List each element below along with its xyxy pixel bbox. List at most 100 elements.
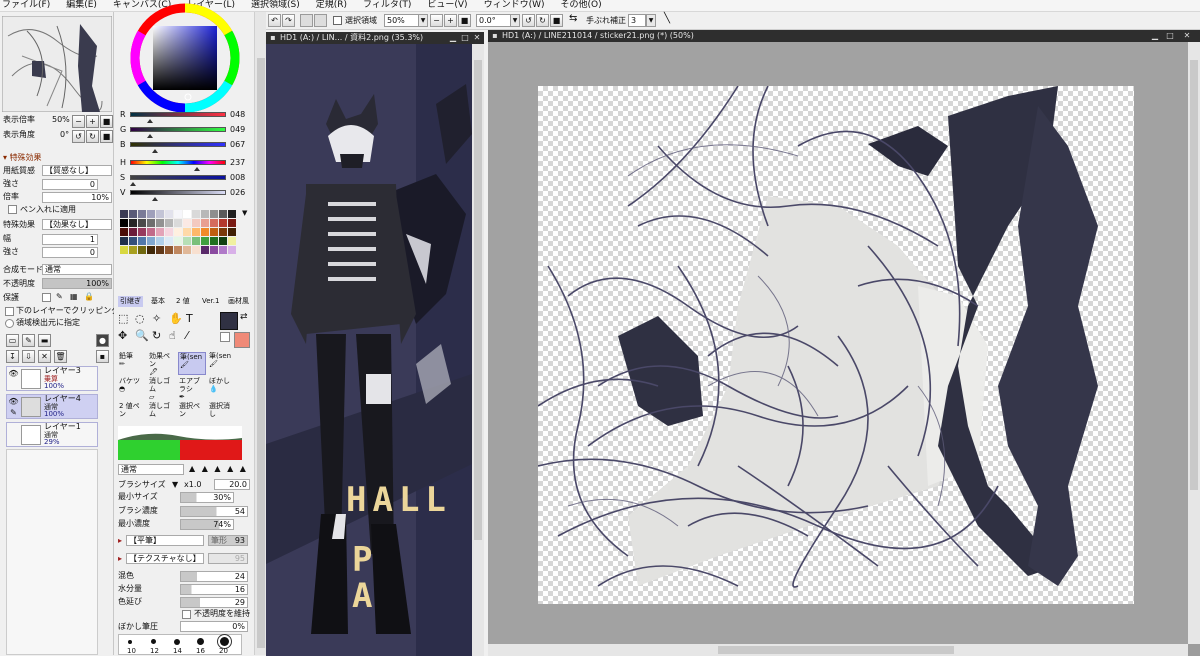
texture-strength[interactable]: 95 [208, 553, 248, 564]
palette-swatch[interactable] [174, 210, 182, 218]
water-slider[interactable]: 16 [180, 584, 248, 595]
paper-scale-field[interactable]: 10% [42, 192, 112, 203]
tool-tab[interactable]: 引継ぎ [118, 296, 143, 307]
layer-row[interactable]: レイヤー1 通常 29% [6, 422, 98, 447]
paper-select[interactable]: 【質感なし】 [42, 165, 112, 176]
tool-eraser[interactable]: 消しゴム ▱ [148, 377, 176, 401]
palette-swatch[interactable] [129, 237, 137, 245]
line-tool-icon[interactable]: ╲ [664, 13, 670, 24]
palette-swatch[interactable] [165, 228, 173, 236]
palette-swatch[interactable] [138, 228, 146, 236]
source-radio[interactable] [5, 319, 14, 328]
palette-swatch[interactable] [210, 228, 218, 236]
zoom-icon[interactable]: 🔍 [135, 329, 149, 343]
palette-swatch[interactable] [183, 237, 191, 245]
protect-checkbox[interactable] [42, 293, 51, 302]
merge-down-button[interactable]: ⇩ [22, 350, 35, 363]
maximize-button[interactable]: □ [1165, 31, 1175, 41]
zoom-reset-button[interactable]: ■ [458, 14, 471, 27]
brush-shape-icons[interactable]: ▲ ▲ ▲ ▲ ▲ [189, 464, 248, 473]
palette-swatch[interactable] [129, 228, 137, 236]
tool-select-pen[interactable]: 選択ペン [178, 402, 206, 425]
palette-swatch[interactable] [219, 228, 227, 236]
palette-swatch[interactable] [228, 219, 236, 227]
menu-window[interactable]: ウィンドウ(W) [482, 0, 545, 11]
palette-swatch[interactable] [228, 237, 236, 245]
palette-swatch[interactable] [174, 219, 182, 227]
palette-swatch[interactable] [201, 210, 209, 218]
palette-swatch[interactable] [183, 246, 191, 254]
keep-opacity-checkbox[interactable] [182, 610, 191, 619]
opacity-slider[interactable]: 100% [42, 278, 112, 289]
stretch-slider[interactable]: 29 [180, 597, 248, 608]
primary-color-swatch[interactable] [220, 312, 238, 330]
redo-button[interactable]: ↷ [282, 14, 295, 27]
menu-ruler[interactable]: 定規(R) [314, 0, 347, 11]
palette-swatch[interactable] [192, 228, 200, 236]
brush-dot[interactable] [197, 638, 204, 645]
scrollbar-thumb[interactable] [718, 646, 954, 654]
palette-swatch[interactable] [129, 246, 137, 254]
brush-mode-select[interactable]: 通常 [118, 464, 184, 475]
palette-swatch[interactable] [192, 210, 200, 218]
menu-edit[interactable]: 編集(E) [64, 0, 97, 11]
palette-swatch[interactable] [219, 219, 227, 227]
tool-airbrush[interactable]: エアブラシ ✒ [178, 377, 206, 401]
close-button[interactable]: ✕ [472, 33, 482, 43]
scrollbar-thumb[interactable] [257, 58, 265, 648]
palette-swatch[interactable] [219, 210, 227, 218]
eye-icon[interactable]: 👁 [8, 397, 19, 407]
new-layer-button[interactable]: ▭ [6, 334, 19, 347]
tool-panel-scrollbar[interactable] [254, 12, 266, 655]
tool-eraser-2[interactable]: 消しゴム [148, 402, 176, 425]
palette-swatch[interactable] [138, 246, 146, 254]
r-slider[interactable] [130, 112, 226, 117]
palette-swatch[interactable] [174, 237, 182, 245]
swap-colors-icon[interactable]: ⇄ [240, 312, 248, 322]
palette-swatch[interactable] [120, 237, 128, 245]
tool-bucket[interactable]: バケツ ◓ [118, 377, 146, 400]
blur-pressure-field[interactable]: 0% [180, 621, 248, 632]
palette-swatch[interactable] [219, 246, 227, 254]
layer-option-button[interactable]: ▪ [96, 350, 109, 363]
palette-swatch[interactable] [228, 246, 236, 254]
canvas-window-title[interactable]: HD1 (A:) / LINE211014 / sticker21.png (*… [488, 30, 1200, 42]
palette-swatch[interactable] [201, 246, 209, 254]
flip-icon[interactable]: ⇆ [569, 13, 577, 24]
palette-swatch[interactable] [120, 210, 128, 218]
g-slider[interactable] [130, 127, 226, 132]
angle-dropdown-icon[interactable]: ▼ [510, 14, 520, 27]
tool-binary-pen[interactable]: 2 値ペン [118, 402, 146, 425]
tool-tab[interactable]: 2 値 [176, 296, 190, 307]
swatch-palette[interactable] [120, 210, 240, 290]
palette-swatch[interactable] [210, 210, 218, 218]
color-wheel[interactable] [129, 2, 241, 114]
brush-shape-strength[interactable]: 筆形 93 [208, 535, 248, 546]
menu-file[interactable]: ファイル(F) [0, 0, 50, 11]
zoom-dropdown-icon[interactable]: ▼ [418, 14, 428, 27]
stabilizer-field[interactable]: 3 [628, 14, 646, 27]
eyedropper-icon[interactable]: ⁄ [186, 329, 188, 343]
palette-swatch[interactable] [192, 246, 200, 254]
menu-other[interactable]: その他(O) [559, 0, 602, 11]
brush-size-dropdown-icon[interactable]: ▼ [172, 480, 178, 490]
rotate-right-button[interactable]: ↻ [536, 14, 549, 27]
palette-swatch[interactable] [147, 246, 155, 254]
tool-tab[interactable]: 基本 [151, 296, 165, 307]
stabilizer-dropdown-icon[interactable]: ▼ [646, 14, 656, 27]
palette-swatch[interactable] [120, 246, 128, 254]
v-slider[interactable] [130, 190, 226, 195]
lasso-icon[interactable]: ◌ [135, 312, 145, 326]
invert-selection-button[interactable] [314, 14, 327, 27]
move-icon[interactable]: ✥ [118, 329, 127, 343]
palette-swatch[interactable] [165, 219, 173, 227]
palette-swatch[interactable] [129, 219, 137, 227]
transparent-color-icon[interactable] [220, 332, 230, 342]
palette-swatch[interactable] [201, 237, 209, 245]
secondary-color-swatch[interactable] [234, 332, 250, 348]
palette-swatch[interactable] [219, 237, 227, 245]
h-slider[interactable] [130, 160, 226, 165]
brush-shape-select[interactable]: 【平筆】 [126, 535, 204, 546]
effect-strength-field[interactable]: 0 [42, 247, 98, 258]
new-folder-button[interactable]: ▬ [38, 334, 51, 347]
